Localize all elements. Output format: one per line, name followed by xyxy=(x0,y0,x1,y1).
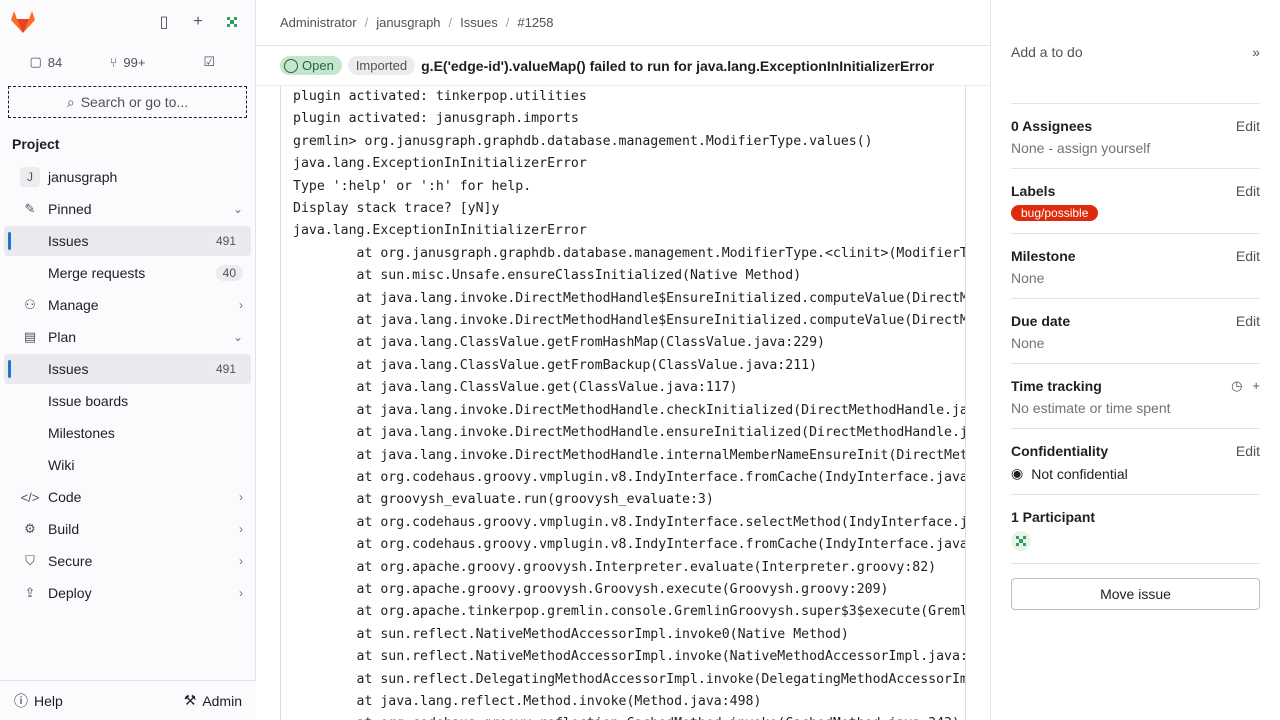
issues-counter[interactable]: ▢ 84 xyxy=(8,47,84,77)
edit-milestone-button[interactable]: Edit xyxy=(1236,248,1260,264)
merge-requests-counter[interactable]: ⑂ 99+ xyxy=(90,47,166,77)
issues-icon: ▢ xyxy=(29,54,42,69)
confidentiality-block: Confidentiality Edit ◉ Not confidential xyxy=(1011,429,1260,495)
chevron-down-icon: ⌄ xyxy=(232,202,243,216)
gitlab-logo-icon[interactable] xyxy=(8,7,38,37)
chevron-right-icon: › xyxy=(239,490,243,504)
breadcrumb: Administrator / janusgraph / Issues / #1… xyxy=(256,0,990,46)
users-icon: ⚇ xyxy=(24,297,36,312)
main-content: Administrator / janusgraph / Issues / #1… xyxy=(256,0,990,720)
chevron-right-icon: › xyxy=(239,298,243,312)
breadcrumb-item[interactable]: Administrator xyxy=(280,15,357,30)
assign-yourself-link[interactable]: assign yourself xyxy=(1057,140,1150,156)
milestone-block: Milestone Edit None xyxy=(1011,234,1260,299)
sidebar: ▯ + ▢ 84 ⑂ 99+ ☑ ⌕ Search or go to... Pr… xyxy=(0,0,256,720)
breadcrumb-item[interactable]: Issues xyxy=(460,15,498,30)
shield-icon: ⛉ xyxy=(25,553,35,568)
imported-badge: Imported xyxy=(347,56,416,75)
search-icon: ⌕ xyxy=(66,93,75,110)
clock-icon[interactable]: ◷ xyxy=(1231,378,1242,394)
rocket-icon: ⚙ xyxy=(24,521,36,536)
participants-block: 1 Participant xyxy=(1011,495,1260,564)
sidebar-item-build[interactable]: ⚙ Build › xyxy=(4,514,251,544)
help-button[interactable]: ⓘ Help xyxy=(8,687,69,715)
code-icon: </> xyxy=(20,489,40,505)
edit-assignees-button[interactable]: Edit xyxy=(1236,118,1260,134)
sidebar-item-project[interactable]: J janusgraph xyxy=(4,162,251,192)
eye-icon: ◉ xyxy=(1011,465,1024,481)
sidebar-item-deploy[interactable]: ⇪ Deploy › xyxy=(4,578,251,608)
create-new-icon[interactable]: + xyxy=(183,7,213,37)
search-button[interactable]: ⌕ Search or go to... xyxy=(8,86,247,118)
plan-icon: ▤ xyxy=(23,329,37,344)
sidebar-item-issue-boards[interactable]: Issue boards xyxy=(4,386,251,416)
user-avatar-icon[interactable] xyxy=(217,7,247,37)
todo-check-icon: ☑ xyxy=(203,54,215,69)
help-icon: ⓘ xyxy=(14,692,28,709)
edit-due-date-button[interactable]: Edit xyxy=(1236,313,1260,329)
label-badge[interactable]: bug/possible xyxy=(1011,205,1099,221)
add-todo-button[interactable]: Add a to do xyxy=(1011,44,1083,60)
issue-open-icon xyxy=(284,58,298,73)
section-title: Project xyxy=(12,136,60,152)
sidebar-item-plan[interactable]: ▤ Plan ⌄ xyxy=(4,322,251,352)
chevron-right-icon: › xyxy=(239,586,243,600)
sidebar-top: ▯ + xyxy=(0,0,255,44)
sidebar-item-pinned-issues[interactable]: Issues 491 xyxy=(4,226,251,256)
collapse-sidebar-icon[interactable]: » xyxy=(1252,44,1260,60)
participant-avatar[interactable] xyxy=(1011,531,1031,551)
sidebar-nav: J janusgraph ✎ Pinned ⌄ Issues 491 Merge… xyxy=(0,162,255,608)
issue-title[interactable]: g.E('edge-id').valueMap() failed to run … xyxy=(421,58,934,74)
sidebar-bottom: ⓘ Help ⚒ Admin xyxy=(0,680,256,720)
add-time-icon[interactable]: + xyxy=(1252,378,1260,394)
admin-icon: ⚒ xyxy=(183,692,197,708)
status-badge: Open xyxy=(280,56,342,75)
admin-button[interactable]: ⚒ Admin xyxy=(178,688,248,713)
edit-confidentiality-button[interactable]: Edit xyxy=(1236,443,1260,459)
sidebar-item-milestones[interactable]: Milestones xyxy=(4,418,251,448)
pin-icon: ✎ xyxy=(24,201,36,216)
deploy-icon: ⇪ xyxy=(24,585,36,600)
todos-counter[interactable]: ☑ xyxy=(171,47,247,77)
chevron-right-icon: › xyxy=(239,522,243,536)
sidebar-item-code[interactable]: </> Code › xyxy=(4,482,251,512)
sidebar-toggle-icon[interactable]: ▯ xyxy=(149,7,179,37)
time-tracking-block: Time tracking ◷ + No estimate or time sp… xyxy=(1011,364,1260,429)
chevron-down-icon: ⌄ xyxy=(232,330,243,344)
sidebar-item-plan-issues[interactable]: Issues 491 xyxy=(4,354,251,384)
project-avatar: J xyxy=(20,167,40,187)
edit-labels-button[interactable]: Edit xyxy=(1236,183,1260,199)
assignees-block: 0 Assignees Edit None - assign yourself xyxy=(1011,104,1260,169)
count-badge: 40 xyxy=(215,265,243,281)
merge-request-icon: ⑂ xyxy=(109,54,118,70)
breadcrumb-item[interactable]: #1258 xyxy=(517,15,553,30)
sidebar-item-wiki[interactable]: Wiki xyxy=(4,450,251,480)
issue-sidebar: Add a to do » 0 Assignees Edit None - as… xyxy=(990,0,1280,720)
count-badge: 491 xyxy=(208,361,243,377)
breadcrumb-item[interactable]: janusgraph xyxy=(376,15,440,30)
todo-row: Add a to do » xyxy=(1011,0,1260,104)
sidebar-item-pinned-merge-requests[interactable]: Merge requests 40 xyxy=(4,258,251,288)
sidebar-item-pinned[interactable]: ✎ Pinned ⌄ xyxy=(4,194,251,224)
sidebar-item-manage[interactable]: ⚇ Manage › xyxy=(4,290,251,320)
labels-block: Labels Edit bug/possible xyxy=(1011,169,1260,234)
sidebar-item-secure[interactable]: ⛉ Secure › xyxy=(4,546,251,576)
due-date-block: Due date Edit None xyxy=(1011,299,1260,364)
code-content: plugin activated: tinkerpop.utilities pl… xyxy=(293,89,966,720)
chevron-right-icon: › xyxy=(239,554,243,568)
issue-sticky-header: Open Imported g.E('edge-id').valueMap() … xyxy=(256,46,990,86)
count-badge: 491 xyxy=(208,233,243,249)
code-block: plugin activated: tinkerpop.utilities pl… xyxy=(280,86,966,720)
move-issue-button[interactable]: Move issue xyxy=(1011,578,1260,610)
counters-row: ▢ 84 ⑂ 99+ ☑ xyxy=(0,44,255,80)
